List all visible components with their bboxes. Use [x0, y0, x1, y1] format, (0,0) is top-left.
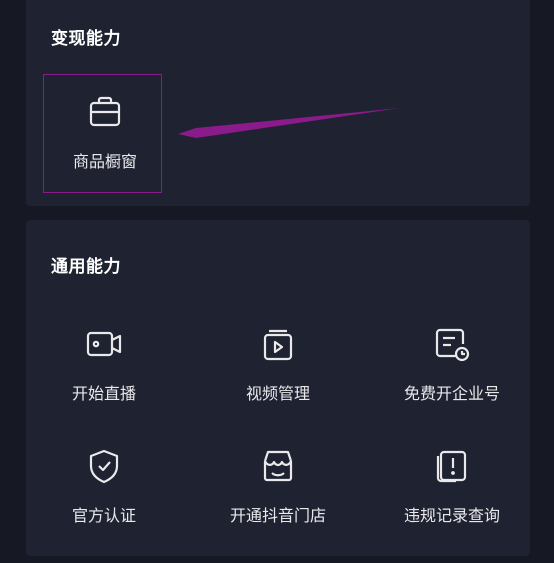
shield-check-icon [84, 446, 124, 486]
video-camera-icon [84, 324, 124, 364]
section-title-general: 通用能力 [51, 257, 121, 277]
store-icon [258, 446, 298, 486]
enterprise-account-label: 免费开企业号 [403, 384, 500, 403]
general-section: 通用能力 开始直播 视频管理 免费开企业号 官方认证 开通抖音门店 违规记录查询 [26, 220, 530, 556]
video-manage-icon [258, 324, 298, 364]
start-live-item[interactable]: 开始直播 [44, 312, 164, 432]
video-manage-item[interactable]: 视频管理 [218, 312, 338, 432]
douyin-store-label: 开通抖音门店 [229, 506, 326, 525]
douyin-store-item[interactable]: 开通抖音门店 [218, 434, 338, 554]
official-verify-item[interactable]: 官方认证 [44, 434, 164, 554]
violation-record-item[interactable]: 违规记录查询 [392, 434, 512, 554]
violation-record-label: 违规记录查询 [403, 506, 500, 525]
video-manage-label: 视频管理 [245, 384, 310, 403]
start-live-label: 开始直播 [71, 384, 136, 403]
violation-record-icon [432, 446, 472, 486]
enterprise-account-item[interactable]: 免费开企业号 [392, 312, 512, 432]
official-verify-label: 官方认证 [71, 506, 136, 525]
enterprise-account-icon [432, 324, 472, 364]
